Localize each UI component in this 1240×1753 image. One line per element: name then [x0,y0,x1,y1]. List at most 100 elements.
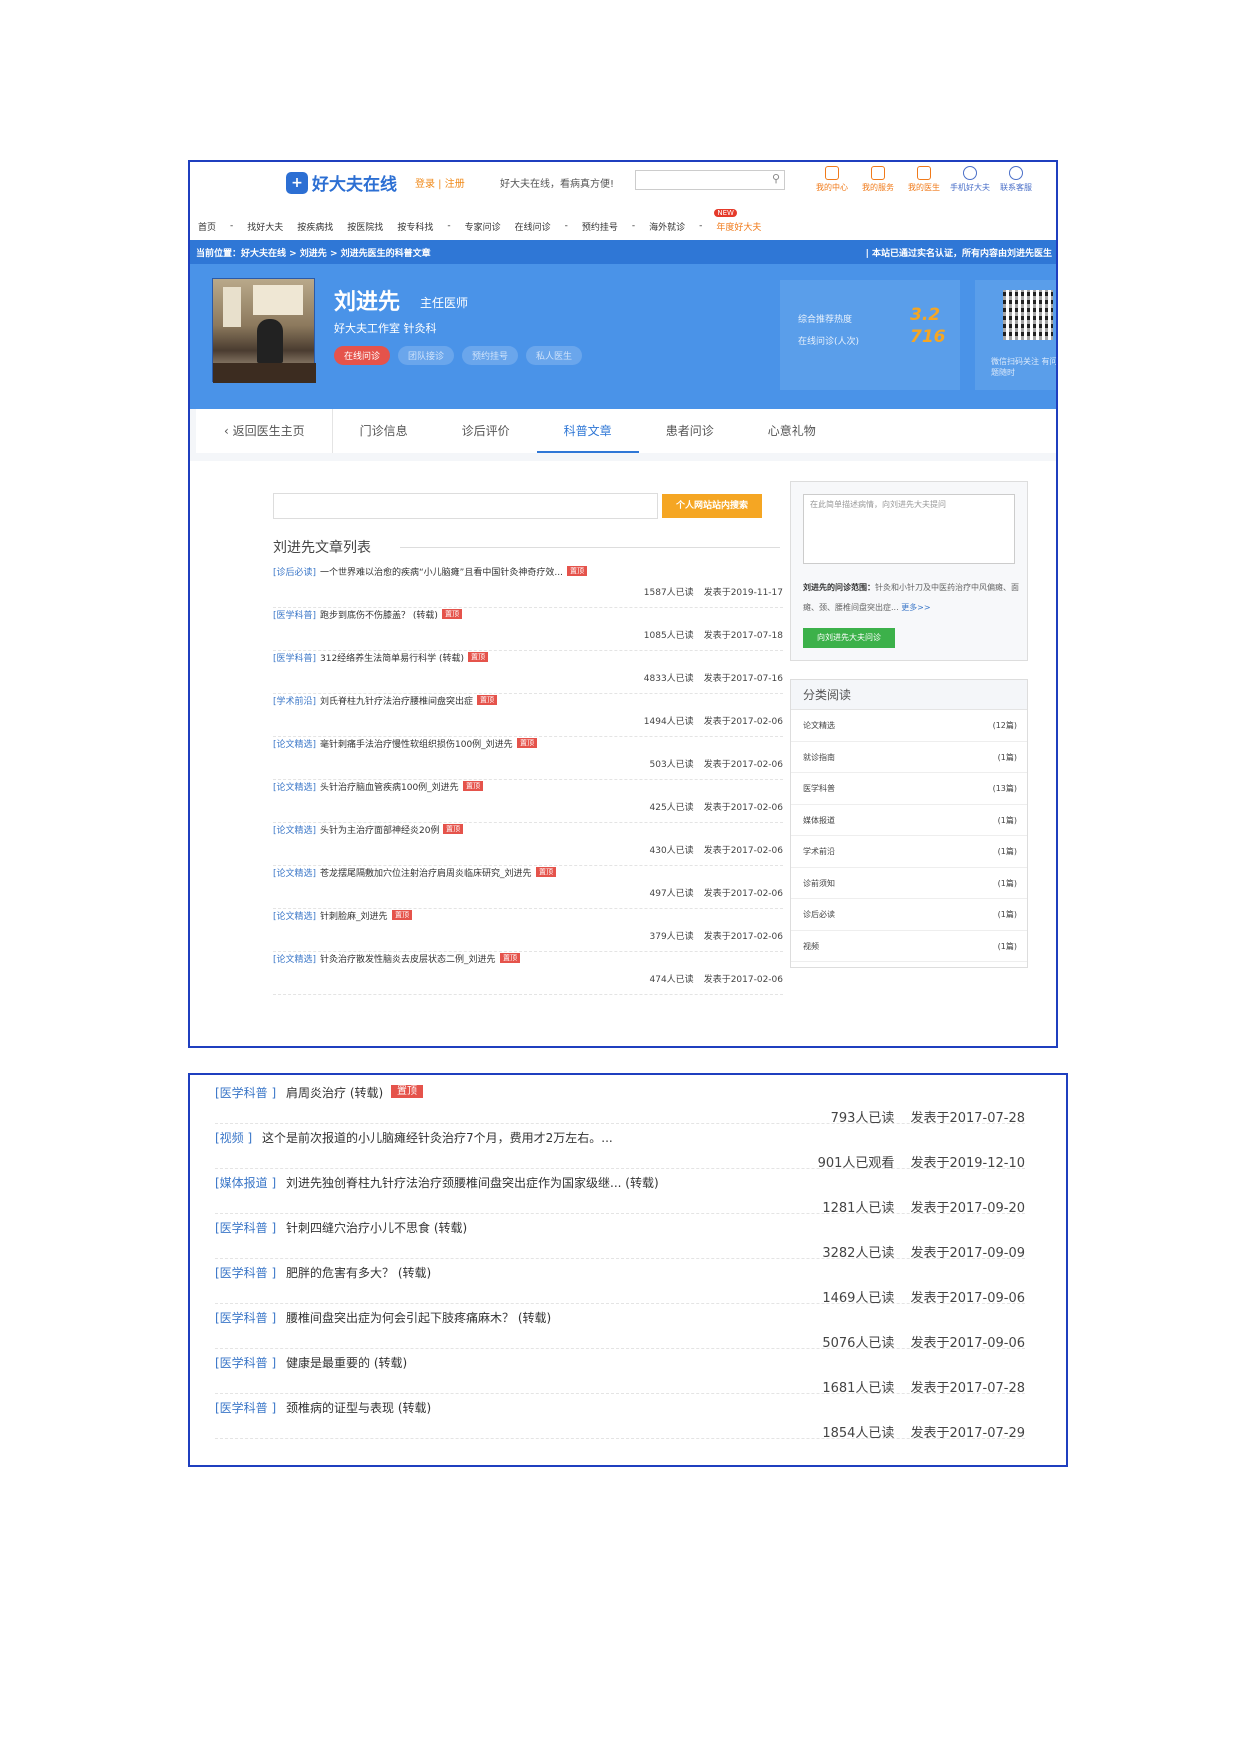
category-name: 媒体报道 [803,815,835,825]
site-logo[interactable]: + 好大夫在线 [286,170,397,195]
article-title[interactable]: 刘进先独创脊柱九针疗法治疗颈腰椎间盘突出症作为国家级继... (转载) [286,1174,659,1191]
article-category[interactable]: [论文精选] [273,823,316,836]
site-search-button[interactable]: 个人网站站内搜索 [662,494,762,518]
article-title[interactable]: 腰椎间盘突出症为何会引起下肢疼痛麻木？ (转载) [286,1309,551,1326]
my-service-link[interactable]: 我的服务 [856,166,900,193]
article-category[interactable]: [论文精选] [273,909,316,922]
article-title[interactable]: 针刺脸麻_刘进先 [320,909,388,922]
article-meta: 1854人已读 发表于2017-07-29 [822,1426,1025,1441]
pinned-badge: 置顶 [463,781,483,791]
mobile-app-link[interactable]: 手机好大夫 [948,166,992,193]
article-category[interactable]: [论文精选] [273,780,316,793]
pinned-badge: 置顶 [517,738,537,748]
nav-appointment[interactable]: 预约挂号 [582,220,618,233]
article-title[interactable]: 一个世界难以治愈的疾病“小儿脑瘫”且看中国针灸神奇疗效... [320,565,563,578]
login-register-links[interactable]: 登录 | 注册 [415,175,465,190]
search-icon[interactable]: ⚲ [772,172,780,185]
category-count: (1篇) [997,910,1017,919]
article-category[interactable]: [医学科普 ] [215,1309,276,1326]
tab-clinic-info[interactable]: 门诊信息 [333,409,435,453]
pinned-badge: 置顶 [468,652,488,662]
tab-gifts[interactable]: 心意礼物 [741,409,843,453]
article-category[interactable]: [诊后必读] [273,565,316,578]
category-item[interactable]: 学术前沿 (1篇) [791,836,1027,868]
category-item[interactable]: 视频 (1篇) [791,931,1027,962]
category-count: (12篇) [992,721,1017,730]
category-item[interactable]: 诊前须知 (1篇) [791,868,1027,899]
article-row: [医学科普] 跑步到底伤不伤膝盖？ (转载) 置顶 1085人已读 发表于2017-07… [273,608,783,651]
article-title[interactable]: 这个是前次报道的小儿脑瘫经针灸治疗7个月，费用才2万左右。... [262,1129,613,1146]
category-item[interactable]: 诊后必读 (1篇) [791,899,1027,931]
contact-service-link[interactable]: 联系客服 [994,166,1038,193]
article-category[interactable]: [论文精选] [273,866,316,879]
category-name: 视频 [803,941,819,951]
tab-patient-consults[interactable]: 患者问诊 [639,409,741,453]
article-category[interactable]: [医学科普 ] [215,1399,276,1416]
ask-question-textarea[interactable]: 在此简单描述病情，向刘进先大夫提问 [803,494,1015,564]
nav-online-consult[interactable]: 在线问诊 [515,220,551,233]
article-category[interactable]: [医学科普 ] [215,1219,276,1236]
team-consult-button[interactable]: 团队接诊 [398,346,455,365]
article-category[interactable]: [视频 ] [215,1129,252,1146]
category-item[interactable]: 媒体报道 (1篇) [791,805,1027,836]
tab-reviews[interactable]: 诊后评价 [435,409,537,453]
nav-by-specialty[interactable]: 按专科找 [397,220,433,233]
nav-overseas[interactable]: 海外就诊 [649,220,685,233]
tab-back-home[interactable]: ‹ 返回医生主页 [196,409,333,453]
article-title[interactable]: 颈椎病的证型与表现 (转载) [286,1399,431,1416]
tab-articles[interactable]: 科普文章 [536,409,639,453]
category-item[interactable]: 就诊指南 (1篇) [791,742,1027,773]
article-category[interactable]: [医学科普] [273,608,316,621]
article-category[interactable]: [论文精选] [273,952,316,965]
site-search-input[interactable] [273,493,658,519]
ask-doctor-button[interactable]: 向刘进先大夫问诊 [803,628,895,648]
breadcrumb-path[interactable]: 当前位置：好大夫在线 > 刘进先 > 刘进先医生的科普文章 [196,246,431,259]
online-consult-button[interactable]: 在线问诊 [334,346,391,365]
nav-expert-consult[interactable]: 专家问诊 [465,220,501,233]
pinned-badge: 置顶 [477,695,497,705]
article-category[interactable]: [学术前沿] [273,694,316,707]
article-title[interactable]: 刘氏脊柱九针疗法治疗腰椎间盘突出症 [320,694,473,707]
nav-find-doctor[interactable]: 找好大夫 [247,220,283,233]
article-category[interactable]: [医学科普 ] [215,1264,276,1281]
article-category[interactable]: [媒体报道 ] [215,1174,276,1191]
nav-home[interactable]: 首页 [198,220,216,233]
article-title[interactable]: 跑步到底伤不伤膝盖？ (转载) [320,608,438,621]
new-badge: NEW [714,208,737,217]
more-link[interactable]: 更多>> [901,603,930,612]
article-title[interactable]: 毫针刺痛手法治疗慢性软组织损伤100例_刘进先 [320,737,513,750]
appointment-button[interactable]: 预约挂号 [462,346,519,365]
my-doctor-link[interactable]: 我的医生 [902,166,946,193]
article-row: [媒体报道 ] 刘进先独创脊柱九针疗法治疗颈腰椎间盘突出症作为国家级继... (转… [215,1169,1025,1216]
article-category[interactable]: [医学科普] [273,651,316,664]
category-item[interactable]: 论文精选 (12篇) [791,710,1027,742]
nav-annual-doctor[interactable]: NEW 年度好大夫 [714,208,761,233]
category-count: (1篇) [997,815,1017,825]
article-title[interactable]: 312经络养生法简单易行科学 (转载) [320,651,464,664]
top-search-input[interactable]: ⚲ [635,170,785,190]
category-name: 就诊指南 [803,752,835,762]
article-category[interactable]: [医学科普 ] [215,1354,276,1371]
my-center-link[interactable]: 我的中心 [810,166,854,193]
article-title[interactable]: 健康是最重要的 (转载) [286,1354,407,1371]
consult-scope: 刘进先的问诊范围：针灸和小针刀及中医药治疗中风偏瘫、面瘫、颈、腰椎间盘突出症..… [803,583,1019,612]
article-title[interactable]: 肩周炎治疗 (转载) [286,1084,383,1101]
category-item[interactable]: 医学科普 (13篇) [791,773,1027,805]
private-doctor-button[interactable]: 私人医生 [526,346,583,365]
top-header: + 好大夫在线 登录 | 注册 好大夫在线，看病真方便! ⚲ 我的中心 我的服务… [190,162,1056,212]
article-title[interactable]: 针灸治疗散发性脑炎去皮层状态二例_刘进先 [320,952,496,965]
nav-by-disease[interactable]: 按疾病找 [297,220,333,233]
category-count: (1篇) [997,847,1017,856]
article-title[interactable]: 针刺四缝穴治疗小儿不思食 (转载) [286,1219,467,1236]
article-title[interactable]: 肥胖的危害有多大？ (转载) [286,1264,431,1281]
article-category[interactable]: [论文精选] [273,737,316,750]
doctor-stats: 综合推荐热度 3.2 在线问诊(人次) 716 [780,280,960,390]
pinned-badge: 置顶 [442,609,462,619]
main-nav: 首页 - 找好大夫 按疾病找 按医院找 按专科找 - 专家问诊 在线问诊 - 预… [190,208,1056,240]
article-title[interactable]: 头针为主治疗面部神经炎20例 [320,823,439,836]
article-title[interactable]: 苍龙摆尾隔敷加穴位注射治疗肩周炎临床研究_刘进先 [320,866,532,879]
article-title[interactable]: 头针治疗脑血管疾病100例_刘进先 [320,780,459,793]
nav-by-hospital[interactable]: 按医院找 [347,220,383,233]
article-category[interactable]: [医学科普 ] [215,1084,276,1101]
nav-separator: - [631,221,636,231]
